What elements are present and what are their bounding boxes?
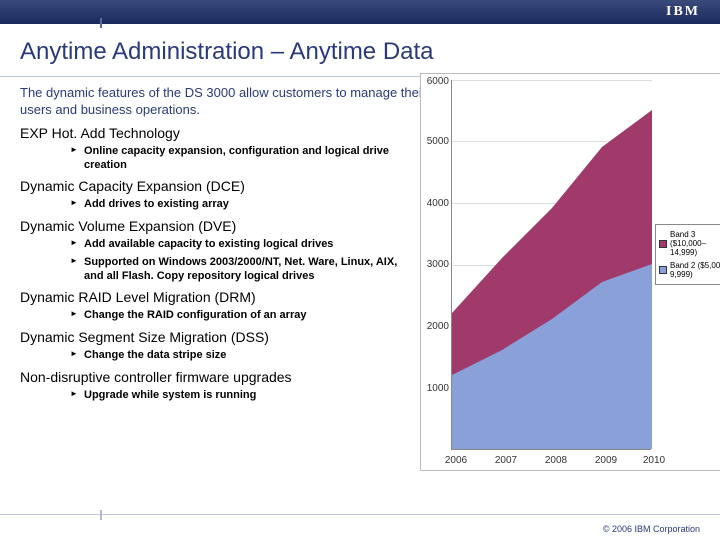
chart-plot-area — [451, 80, 651, 450]
chart-xtick: 2010 — [639, 455, 669, 466]
footer-divider — [100, 510, 102, 520]
header-divider — [100, 18, 102, 28]
legend-swatch — [659, 266, 667, 274]
chart-areas — [452, 79, 652, 449]
chart-xtick: 2007 — [491, 455, 521, 466]
feature-item: Upgrade while system is running — [70, 387, 400, 405]
chart-ytick: 1000 — [423, 383, 449, 394]
feature-item: Add drives to existing array — [70, 196, 400, 214]
chart-ytick: 3000 — [423, 259, 449, 270]
copyright-text: © 2006 IBM Corporation — [603, 524, 700, 534]
feature-item: Add available capacity to existing logic… — [70, 236, 400, 254]
chart-legend: Band 3 ($10,000–14,999) Band 2 ($5,000–9… — [655, 224, 720, 285]
legend-item: Band 3 ($10,000–14,999) — [659, 228, 720, 259]
ibm-logo: IBM — [666, 4, 700, 20]
footer-bar: © 2006 IBM Corporation — [0, 514, 720, 540]
legend-swatch — [659, 240, 667, 248]
page-title: Anytime Administration – Anytime Data — [0, 24, 720, 76]
chart-ytick: 2000 — [423, 321, 449, 332]
header-bar: IBM — [0, 0, 720, 24]
legend-label: Band 2 ($5,000–9,999) — [670, 261, 720, 279]
chart-xtick: 2006 — [441, 455, 471, 466]
legend-item: Band 2 ($5,000–9,999) — [659, 259, 720, 281]
chart-xtick: 2009 — [591, 455, 621, 466]
feature-item: Change the RAID configuration of an arra… — [70, 307, 400, 325]
chart-container: 6000 5000 4000 3000 2000 1000 2006 2007 … — [420, 73, 720, 471]
chart-ytick: 4000 — [423, 198, 449, 209]
chart-ytick: 5000 — [423, 136, 449, 147]
chart-xtick: 2008 — [541, 455, 571, 466]
feature-item: Change the data stripe size — [70, 347, 400, 365]
chart-ytick: 6000 — [423, 76, 449, 87]
content-area: The dynamic features of the DS 3000 allo… — [0, 85, 720, 405]
legend-label: Band 3 ($10,000–14,999) — [670, 230, 720, 257]
feature-item: Supported on Windows 2003/2000/NT, Net. … — [70, 254, 400, 286]
feature-item: Online capacity expansion, configuration… — [70, 143, 400, 175]
